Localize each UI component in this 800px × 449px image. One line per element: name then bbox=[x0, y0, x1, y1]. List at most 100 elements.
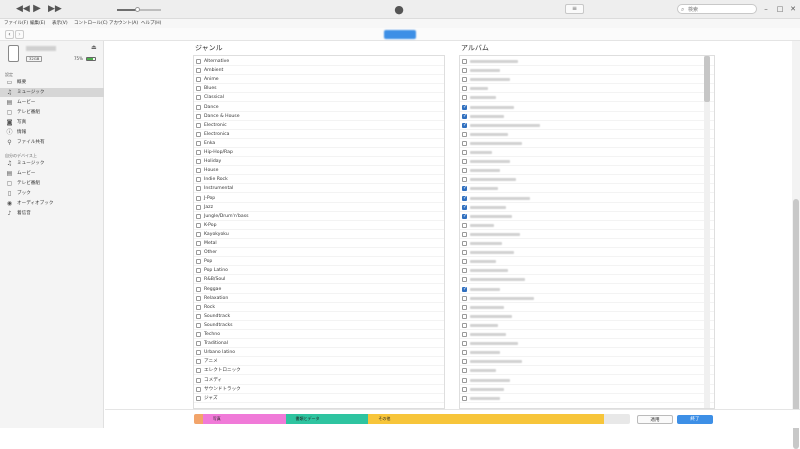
genre-checkbox[interactable] bbox=[196, 68, 201, 74]
back-button[interactable]: ‹ bbox=[5, 30, 14, 39]
genre-row[interactable]: Soundtrack bbox=[194, 312, 444, 321]
album-checkbox[interactable] bbox=[462, 59, 467, 64]
minimize-button[interactable]: – bbox=[762, 4, 770, 14]
album-checkbox[interactable] bbox=[462, 386, 467, 392]
genre-checkbox[interactable] bbox=[196, 259, 201, 265]
genre-row[interactable]: Urbano latino bbox=[194, 348, 444, 358]
album-checkbox[interactable] bbox=[462, 241, 467, 246]
album-row[interactable] bbox=[460, 157, 714, 167]
album-checkbox[interactable] bbox=[462, 86, 467, 92]
album-row[interactable] bbox=[460, 339, 714, 349]
eject-icon[interactable]: ⏏ bbox=[91, 44, 97, 51]
album-row[interactable] bbox=[460, 357, 714, 367]
album-checkbox[interactable] bbox=[462, 168, 467, 174]
album-row[interactable] bbox=[460, 112, 714, 121]
genre-checkbox[interactable] bbox=[196, 195, 201, 201]
sidebar-ondevice-item[interactable]: ▯ ブック bbox=[0, 189, 104, 198]
genre-row[interactable]: Metal bbox=[194, 239, 444, 249]
genre-checkbox[interactable] bbox=[196, 104, 201, 110]
album-row[interactable] bbox=[460, 130, 714, 139]
genre-row[interactable]: Holiday bbox=[194, 157, 444, 167]
album-row[interactable] bbox=[460, 376, 714, 385]
sidebar-ondevice-item[interactable]: ♫ ミュージック bbox=[0, 159, 104, 168]
album-row[interactable] bbox=[460, 257, 714, 267]
album-row[interactable] bbox=[460, 203, 714, 212]
menu-controls[interactable]: コントロール(C) bbox=[74, 19, 108, 28]
genre-checkbox[interactable] bbox=[196, 113, 201, 119]
sidebar-settings-item[interactable]: ◙ 写真 bbox=[0, 118, 104, 127]
album-checkbox[interactable] bbox=[462, 222, 467, 228]
genre-checkbox[interactable] bbox=[196, 241, 201, 246]
genre-checkbox[interactable] bbox=[196, 168, 201, 174]
genre-row[interactable]: Enka bbox=[194, 139, 444, 148]
genre-row[interactable]: Alternative bbox=[194, 57, 444, 67]
album-checkbox[interactable] bbox=[462, 204, 467, 211]
genre-row[interactable]: Techno bbox=[194, 330, 444, 340]
album-checkbox[interactable] bbox=[462, 277, 467, 283]
album-checkbox[interactable] bbox=[462, 195, 467, 202]
album-row[interactable] bbox=[460, 285, 714, 294]
album-row[interactable] bbox=[460, 194, 714, 203]
album-checkbox[interactable] bbox=[462, 259, 467, 265]
genre-row[interactable]: Rock bbox=[194, 303, 444, 312]
album-row[interactable] bbox=[460, 321, 714, 330]
sidebar-settings-item[interactable]: ⓘ 情報 bbox=[0, 128, 104, 137]
album-checkbox[interactable] bbox=[462, 177, 467, 183]
genre-checkbox[interactable] bbox=[196, 386, 201, 392]
album-checkbox[interactable] bbox=[462, 95, 467, 101]
album-row[interactable] bbox=[460, 221, 714, 230]
sidebar-ondevice-item[interactable]: ◉ オーディオブック bbox=[0, 199, 104, 208]
genre-checkbox[interactable] bbox=[196, 204, 201, 210]
genre-checkbox[interactable] bbox=[196, 395, 201, 401]
genre-checkbox[interactable] bbox=[196, 77, 201, 83]
album-checkbox[interactable] bbox=[462, 368, 467, 374]
album-row[interactable] bbox=[460, 121, 714, 130]
genre-row[interactable]: Dance & House bbox=[194, 112, 444, 121]
album-checkbox[interactable] bbox=[462, 122, 467, 129]
sidebar-ondevice-item[interactable]: ▤ ムービー bbox=[0, 169, 104, 178]
album-row[interactable] bbox=[460, 385, 714, 394]
genre-checkbox[interactable] bbox=[196, 322, 201, 328]
genre-checkbox[interactable] bbox=[196, 186, 201, 192]
album-row[interactable] bbox=[460, 294, 714, 303]
album-checkbox[interactable] bbox=[462, 231, 467, 237]
album-row[interactable] bbox=[460, 175, 714, 185]
genre-row[interactable]: R&B/Soul bbox=[194, 275, 444, 285]
album-checkbox[interactable] bbox=[462, 322, 467, 328]
genre-checkbox[interactable] bbox=[196, 377, 201, 383]
fast-forward-icon[interactable]: ▶▶ bbox=[48, 4, 62, 14]
sidebar-settings-item[interactable]: ▢ テレビ番組 bbox=[0, 108, 104, 117]
sidebar-settings-item[interactable]: ⚲ ファイル共有 bbox=[0, 138, 104, 147]
genre-checkbox[interactable] bbox=[196, 286, 201, 292]
genre-checkbox[interactable] bbox=[196, 159, 201, 165]
genre-row[interactable]: Pop bbox=[194, 257, 444, 267]
album-row[interactable] bbox=[460, 75, 714, 85]
genre-row[interactable]: Classical bbox=[194, 93, 444, 103]
genre-checkbox[interactable] bbox=[196, 332, 201, 337]
genre-row[interactable]: J-Pop bbox=[194, 194, 444, 203]
menu-account[interactable]: アカウント(A) bbox=[109, 19, 138, 28]
album-row[interactable] bbox=[460, 103, 714, 112]
genre-checkbox[interactable] bbox=[196, 122, 201, 128]
genre-row[interactable]: Relaxation bbox=[194, 294, 444, 303]
genre-checkbox[interactable] bbox=[196, 213, 201, 219]
genre-checkbox[interactable] bbox=[196, 95, 201, 101]
album-row[interactable] bbox=[460, 248, 714, 258]
album-checkbox[interactable] bbox=[462, 185, 467, 192]
genre-checkbox[interactable] bbox=[196, 250, 201, 256]
album-row[interactable] bbox=[460, 57, 714, 67]
album-row[interactable] bbox=[460, 184, 714, 194]
genre-checkbox[interactable] bbox=[196, 295, 201, 301]
genre-row[interactable]: Electronic bbox=[194, 121, 444, 130]
album-row[interactable] bbox=[460, 66, 714, 76]
genre-row[interactable]: Ambient bbox=[194, 66, 444, 76]
genre-checkbox[interactable] bbox=[196, 341, 201, 347]
genre-row[interactable]: Reggae bbox=[194, 285, 444, 294]
sidebar-settings-item[interactable]: ♫ ミュージック bbox=[0, 88, 104, 97]
album-scroll-thumb[interactable] bbox=[704, 56, 710, 102]
album-row[interactable] bbox=[460, 166, 714, 176]
album-row[interactable] bbox=[460, 93, 714, 103]
genre-checkbox[interactable] bbox=[196, 268, 201, 274]
album-row[interactable] bbox=[460, 348, 714, 358]
genre-checkbox[interactable] bbox=[196, 304, 201, 310]
